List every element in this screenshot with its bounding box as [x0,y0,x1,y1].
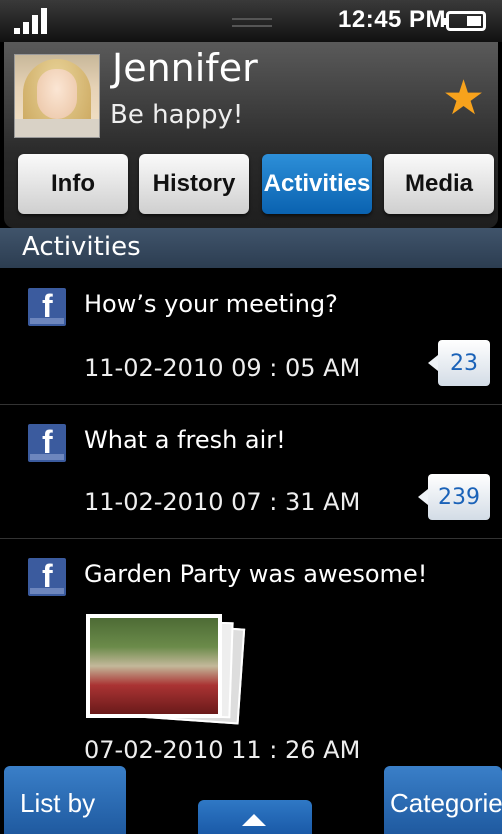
list-by-label: List by [20,788,96,818]
contact-name: Jennifer [112,46,258,90]
activity-message: Garden Party was awesome! [84,560,428,588]
activity-item[interactable]: Garden Party was awesome! 07-02-2010 11 … [0,538,502,778]
signal-strength-icon [14,8,50,34]
arrow-up-icon [242,814,266,826]
activity-timestamp: 11-02-2010 07 : 31 AM [84,488,361,516]
activity-message: How’s your meeting? [84,290,338,318]
comment-count-badge[interactable]: 23 [428,340,490,386]
section-title: Activities [22,232,141,262]
comment-count-badge[interactable]: 239 [418,474,490,520]
tab-history[interactable]: History [139,154,249,214]
photo-stack-thumbnail[interactable] [86,614,246,725]
status-bar: 12:45 PM [0,0,502,42]
activity-message: What a fresh air! [84,426,286,454]
contact-status-message: Be happy! [110,100,244,130]
categories-label: Categorie [390,788,502,818]
activity-timestamp: 11-02-2010 09 : 05 AM [84,354,361,382]
tab-activities[interactable]: Activities [262,154,372,214]
profile-tabs: Info History Activities Media [14,154,498,216]
categories-button[interactable]: Categorie [384,766,502,834]
list-by-button[interactable]: List by [4,766,126,834]
notification-drag-handle[interactable] [232,18,272,27]
facebook-icon [28,424,66,462]
section-header: Activities [0,228,502,268]
activity-item[interactable]: What a fresh air! 11-02-2010 07 : 31 AM … [0,404,502,539]
tab-info[interactable]: Info [18,154,128,214]
favorite-star-icon[interactable]: ★ [442,74,490,122]
battery-icon [442,11,486,31]
clock: 12:45 PM [338,6,447,33]
tab-media[interactable]: Media [384,154,494,214]
activity-item[interactable]: How’s your meeting? 11-02-2010 09 : 05 A… [0,268,502,405]
facebook-icon [28,558,66,596]
profile-header: Jennifer Be happy! ★ Info History Activi… [4,42,498,228]
activity-timestamp: 07-02-2010 11 : 26 AM [84,736,361,764]
expand-menu-handle[interactable] [198,800,312,834]
avatar[interactable] [14,54,100,138]
facebook-icon [28,288,66,326]
